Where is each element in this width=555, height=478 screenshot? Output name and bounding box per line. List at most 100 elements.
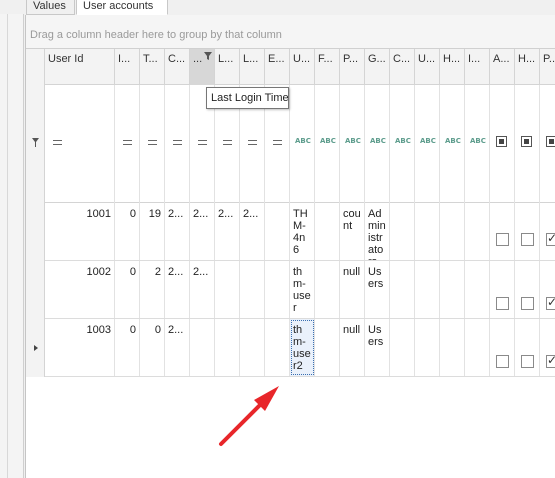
cell[interactable] (240, 319, 265, 376)
equals-operator-icon[interactable] (148, 140, 157, 145)
equals-operator-icon[interactable] (273, 140, 282, 145)
cell[interactable]: 0 (115, 319, 140, 376)
cell[interactable] (440, 203, 465, 260)
boolean-filter-icon[interactable] (496, 136, 507, 147)
column-header[interactable]: U... (415, 49, 440, 85)
cell[interactable] (440, 319, 465, 376)
cell-user-id[interactable]: 1001 (45, 203, 115, 260)
cell[interactable] (465, 203, 490, 260)
tab-values[interactable]: Values (26, 0, 75, 15)
boolean-filter-icon[interactable] (546, 136, 555, 147)
cell[interactable] (440, 261, 465, 318)
filter-cell[interactable]: ABC (390, 85, 415, 203)
cell-username[interactable]: th m- use r (290, 261, 315, 318)
boolean-filter-icon[interactable] (521, 136, 532, 147)
checkbox[interactable] (496, 233, 509, 246)
cell-last-login-time[interactable] (190, 319, 215, 376)
column-header-last-login-time[interactable]: ... (190, 49, 215, 85)
filter-icon[interactable] (204, 52, 212, 60)
column-header[interactable]: P... (540, 49, 555, 85)
row-indicator[interactable] (26, 319, 45, 377)
tab-user-accounts[interactable]: User accounts (76, 0, 168, 15)
table-row-focused[interactable]: 1003 0 0 2... th m- use r2 null Us ers (26, 319, 555, 377)
filter-cell[interactable]: ABC (290, 85, 315, 203)
cell[interactable] (265, 203, 290, 260)
cell[interactable]: null (340, 319, 365, 376)
cell[interactable]: 2 (140, 261, 165, 318)
filter-cell[interactable]: ABC (465, 85, 490, 203)
column-header[interactable]: T... (140, 49, 165, 85)
text-filter-icon[interactable]: ABC (470, 136, 486, 146)
cell[interactable]: cou nt (340, 203, 365, 260)
text-filter-icon[interactable]: ABC (295, 136, 311, 146)
text-filter-icon[interactable]: ABC (370, 136, 386, 146)
text-filter-icon[interactable]: ABC (395, 136, 411, 146)
cell[interactable]: 2... (165, 261, 190, 318)
cell[interactable] (415, 203, 440, 260)
equals-operator-icon[interactable] (53, 140, 62, 145)
column-header-user-id[interactable]: User Id (45, 49, 115, 85)
checkbox[interactable] (496, 297, 509, 310)
cell[interactable] (215, 319, 240, 376)
column-header[interactable]: H... (440, 49, 465, 85)
cell[interactable] (315, 261, 340, 318)
checkbox[interactable] (521, 233, 534, 246)
column-header[interactable]: E... (265, 49, 290, 85)
cell[interactable] (315, 203, 340, 260)
cell[interactable]: null (340, 261, 365, 318)
text-filter-icon[interactable]: ABC (420, 136, 436, 146)
filter-cell[interactable] (515, 85, 540, 203)
column-header[interactable]: U... (290, 49, 315, 85)
equals-operator-icon[interactable] (248, 140, 257, 145)
cell[interactable]: 0 (115, 261, 140, 318)
cell[interactable] (265, 261, 290, 318)
filter-cell-user-id[interactable] (45, 85, 115, 203)
text-filter-icon[interactable]: ABC (320, 136, 336, 146)
column-header[interactable]: I... (465, 49, 490, 85)
table-row[interactable]: 1001 0 19 2... 2... 2... 2... TH M- 4n 6… (26, 203, 555, 261)
column-header[interactable]: P... (340, 49, 365, 85)
cell[interactable]: 2... (165, 203, 190, 260)
filter-cell[interactable]: ABC (440, 85, 465, 203)
equals-operator-icon[interactable] (198, 140, 207, 145)
filter-cell[interactable] (115, 85, 140, 203)
checkbox-checked[interactable] (546, 232, 555, 246)
checkbox[interactable] (521, 355, 534, 368)
column-header[interactable]: L... (240, 49, 265, 85)
cell-last-login-time[interactable]: 2... (190, 261, 215, 318)
column-header[interactable]: L... (215, 49, 240, 85)
checkbox[interactable] (521, 297, 534, 310)
cell[interactable] (390, 261, 415, 318)
cell[interactable] (465, 319, 490, 376)
cell[interactable]: 2... (215, 203, 240, 260)
column-header[interactable]: H... (515, 49, 540, 85)
cell[interactable]: 2... (240, 203, 265, 260)
column-header[interactable]: A... (490, 49, 515, 85)
text-filter-icon[interactable]: ABC (445, 136, 461, 146)
filter-cell[interactable]: ABC (340, 85, 365, 203)
equals-operator-icon[interactable] (173, 140, 182, 145)
filter-cell[interactable]: ABC (415, 85, 440, 203)
cell[interactable]: 19 (140, 203, 165, 260)
cell[interactable] (465, 261, 490, 318)
cell-username-selected[interactable]: th m- use r2 (290, 319, 315, 376)
cell[interactable]: 0 (140, 319, 165, 376)
checkbox[interactable] (496, 355, 509, 368)
cell[interactable] (315, 319, 340, 376)
cell[interactable] (390, 203, 415, 260)
text-filter-icon[interactable]: ABC (345, 136, 361, 146)
cell[interactable] (415, 319, 440, 376)
filter-cell[interactable]: ABC (365, 85, 390, 203)
column-header[interactable]: C... (390, 49, 415, 85)
cell[interactable] (390, 319, 415, 376)
filter-cell[interactable]: ABC (315, 85, 340, 203)
cell[interactable]: 2... (165, 319, 190, 376)
cell[interactable] (415, 261, 440, 318)
filter-cell[interactable] (165, 85, 190, 203)
filter-cell[interactable] (490, 85, 515, 203)
column-header[interactable]: F... (315, 49, 340, 85)
column-header[interactable]: C... (165, 49, 190, 85)
checkbox-checked[interactable] (546, 354, 555, 368)
cell-user-id[interactable]: 1002 (45, 261, 115, 318)
cell[interactable] (265, 319, 290, 376)
